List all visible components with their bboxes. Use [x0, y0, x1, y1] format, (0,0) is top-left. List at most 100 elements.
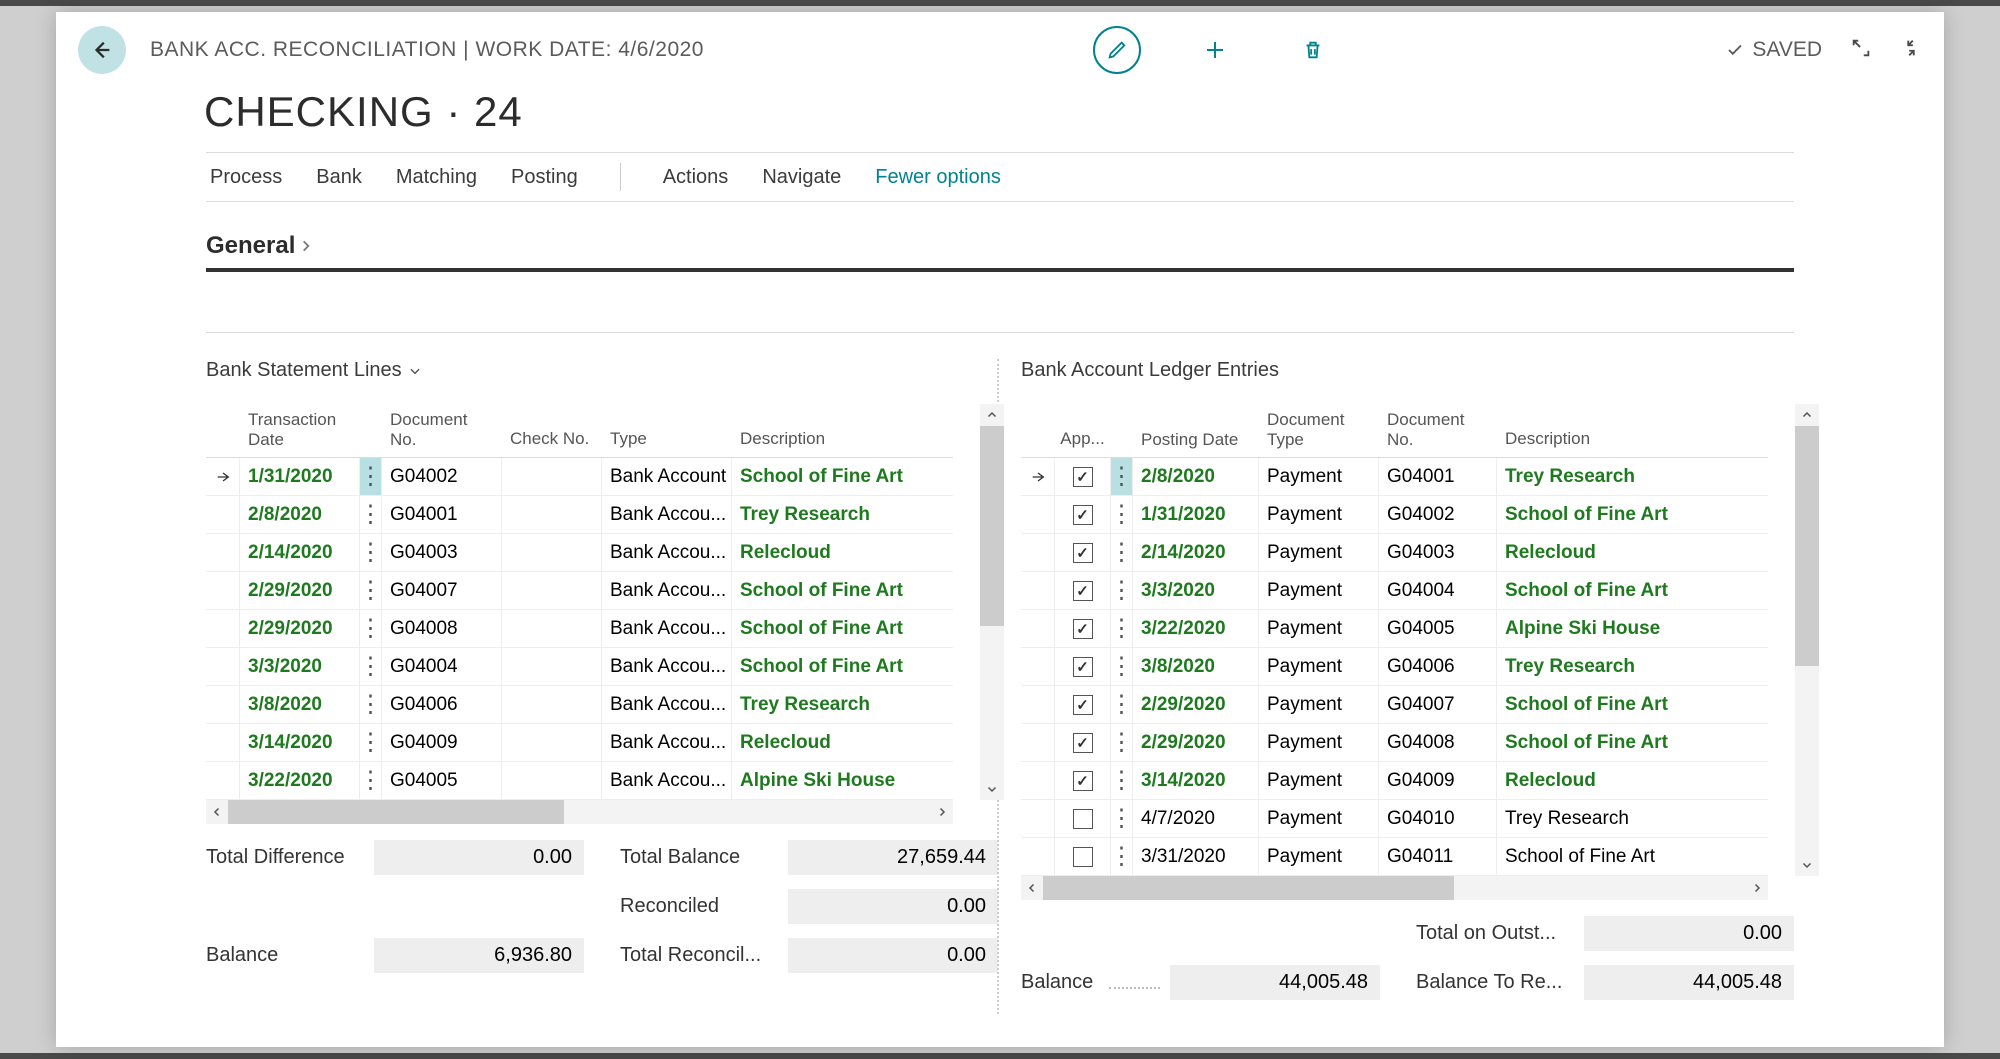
checkbox-icon: [1073, 809, 1093, 829]
col-document-no[interactable]: Document No.: [382, 404, 502, 457]
checkbox-icon: [1073, 695, 1093, 715]
table-row[interactable]: 1/31/2020⋮G04002Bank AccountSchool of Fi…: [206, 458, 953, 496]
cell-document-no: G04004: [382, 648, 502, 685]
menu-navigate[interactable]: Navigate: [762, 166, 841, 189]
table-row[interactable]: ⋮1/31/2020PaymentG04002School of Fine Ar…: [1021, 496, 1768, 534]
row-menu-button[interactable]: ⋮: [1111, 648, 1133, 685]
row-menu-button[interactable]: ⋮: [360, 686, 382, 723]
col-description-r[interactable]: Description: [1497, 404, 1768, 457]
row-menu-button[interactable]: ⋮: [1111, 610, 1133, 647]
arrow-left-icon: [91, 39, 113, 61]
popout-button[interactable]: [1850, 37, 1872, 64]
table-row[interactable]: ⋮3/22/2020PaymentG04005Alpine Ski House: [1021, 610, 1768, 648]
table-row[interactable]: 2/8/2020⋮G04001Bank Accou...Trey Researc…: [206, 496, 953, 534]
col-posting-date[interactable]: Posting Date: [1133, 404, 1259, 457]
row-menu-button[interactable]: ⋮: [360, 762, 382, 799]
edit-button[interactable]: [1093, 26, 1141, 74]
ledger-horizontal-scrollbar[interactable]: [1021, 876, 1768, 900]
row-menu-button[interactable]: ⋮: [1111, 458, 1133, 495]
menu-matching[interactable]: Matching: [396, 166, 477, 189]
row-menu-button[interactable]: ⋮: [1111, 496, 1133, 533]
new-button[interactable]: [1191, 26, 1239, 74]
cell-description: School of Fine Art: [732, 610, 953, 647]
page-header: BANK ACC. RECONCILIATION | WORK DATE: 4/…: [56, 12, 1944, 82]
row-menu-button[interactable]: ⋮: [360, 458, 382, 495]
cell-applied[interactable]: [1055, 534, 1111, 571]
cell-applied[interactable]: [1055, 458, 1111, 495]
table-row[interactable]: 3/3/2020⋮G04004Bank Accou...School of Fi…: [206, 648, 953, 686]
cell-applied[interactable]: [1055, 496, 1111, 533]
statement-vertical-scrollbar[interactable]: [980, 404, 1004, 800]
table-row[interactable]: ⋮3/8/2020PaymentG04006Trey Research: [1021, 648, 1768, 686]
cell-applied[interactable]: [1055, 838, 1111, 875]
row-menu-button[interactable]: ⋮: [360, 648, 382, 685]
statement-horizontal-scrollbar[interactable]: [206, 800, 953, 824]
col-document-no-r[interactable]: Document No.: [1379, 404, 1497, 457]
row-menu-button[interactable]: ⋮: [1111, 534, 1133, 571]
table-row[interactable]: 2/29/2020⋮G04008Bank Accou...School of F…: [206, 610, 953, 648]
table-row[interactable]: ⋮3/31/2020PaymentG04011School of Fine Ar…: [1021, 838, 1768, 876]
table-row[interactable]: ⋮3/3/2020PaymentG04004School of Fine Art: [1021, 572, 1768, 610]
table-row[interactable]: 2/14/2020⋮G04003Bank Accou...Relecloud: [206, 534, 953, 572]
bank-statement-lines-title[interactable]: Bank Statement Lines: [206, 359, 979, 382]
cell-applied[interactable]: [1055, 648, 1111, 685]
total-difference-value: 0.00: [374, 840, 584, 875]
menu-posting[interactable]: Posting: [511, 166, 578, 189]
table-row[interactable]: ⋮2/29/2020PaymentG04008School of Fine Ar…: [1021, 724, 1768, 762]
col-document-type[interactable]: Document Type: [1259, 404, 1379, 457]
table-row[interactable]: ⋮2/14/2020PaymentG04003Relecloud: [1021, 534, 1768, 572]
cell-document-no: G04010: [1379, 800, 1497, 837]
col-description[interactable]: Description: [732, 404, 953, 457]
checkbox-icon: [1073, 619, 1093, 639]
col-check-no[interactable]: Check No.: [502, 404, 602, 457]
menu-bank[interactable]: Bank: [316, 166, 362, 189]
cell-applied[interactable]: [1055, 800, 1111, 837]
row-menu-button[interactable]: ⋮: [1111, 800, 1133, 837]
ledger-vertical-scrollbar[interactable]: [1795, 404, 1819, 876]
row-menu-button[interactable]: ⋮: [1111, 838, 1133, 875]
menu-process[interactable]: Process: [210, 166, 282, 189]
table-row[interactable]: 2/29/2020⋮G04007Bank Accou...School of F…: [206, 572, 953, 610]
collapse-button[interactable]: [1900, 37, 1922, 64]
collapse-icon: [1900, 37, 1922, 59]
row-menu-button[interactable]: ⋮: [360, 724, 382, 761]
table-row[interactable]: ⋮4/7/2020PaymentG04010Trey Research: [1021, 800, 1768, 838]
table-row[interactable]: 3/22/2020⋮G04005Bank Accou...Alpine Ski …: [206, 762, 953, 800]
row-menu-button[interactable]: ⋮: [1111, 724, 1133, 761]
table-row[interactable]: 3/14/2020⋮G04009Bank Accou...Relecloud: [206, 724, 953, 762]
row-menu-button[interactable]: ⋮: [1111, 572, 1133, 609]
cell-description: Relecloud: [1497, 762, 1768, 799]
col-type[interactable]: Type: [602, 404, 732, 457]
menu-actions[interactable]: Actions: [663, 166, 729, 189]
menu-fewer-options[interactable]: Fewer options: [875, 166, 1001, 189]
bank-statement-lines-label: Bank Statement Lines: [206, 359, 402, 382]
cell-document-no: G04007: [382, 572, 502, 609]
col-app[interactable]: App...: [1055, 404, 1111, 457]
row-menu-button[interactable]: ⋮: [360, 496, 382, 533]
back-button[interactable]: [78, 26, 126, 74]
table-row[interactable]: ⋮2/29/2020PaymentG04007School of Fine Ar…: [1021, 686, 1768, 724]
cell-posting-date: 2/29/2020: [1133, 724, 1259, 761]
table-row[interactable]: 3/8/2020⋮G04006Bank Accou...Trey Researc…: [206, 686, 953, 724]
row-menu-button[interactable]: ⋮: [1111, 762, 1133, 799]
cell-applied[interactable]: [1055, 762, 1111, 799]
cell-document-no: G04008: [1379, 724, 1497, 761]
section-general[interactable]: General: [206, 232, 1794, 272]
scroll-left-icon: [1026, 882, 1038, 894]
cell-posting-date: 3/14/2020: [1133, 762, 1259, 799]
cell-applied[interactable]: [1055, 572, 1111, 609]
row-menu-button[interactable]: ⋮: [1111, 686, 1133, 723]
cell-applied[interactable]: [1055, 724, 1111, 761]
table-row[interactable]: ⋮3/14/2020PaymentG04009Relecloud: [1021, 762, 1768, 800]
cell-applied[interactable]: [1055, 610, 1111, 647]
col-transaction-date[interactable]: Transaction Date: [240, 404, 360, 457]
cell-transaction-date: 2/29/2020: [240, 572, 360, 609]
delete-button[interactable]: [1289, 26, 1337, 74]
cell-applied[interactable]: [1055, 686, 1111, 723]
row-menu-button[interactable]: ⋮: [360, 534, 382, 571]
breadcrumb: BANK ACC. RECONCILIATION | WORK DATE: 4/…: [150, 38, 704, 62]
table-row[interactable]: ⋮2/8/2020PaymentG04001Trey Research: [1021, 458, 1768, 496]
ledger-balance-value: 44,005.48: [1170, 965, 1380, 1000]
row-menu-button[interactable]: ⋮: [360, 610, 382, 647]
row-menu-button[interactable]: ⋮: [360, 572, 382, 609]
